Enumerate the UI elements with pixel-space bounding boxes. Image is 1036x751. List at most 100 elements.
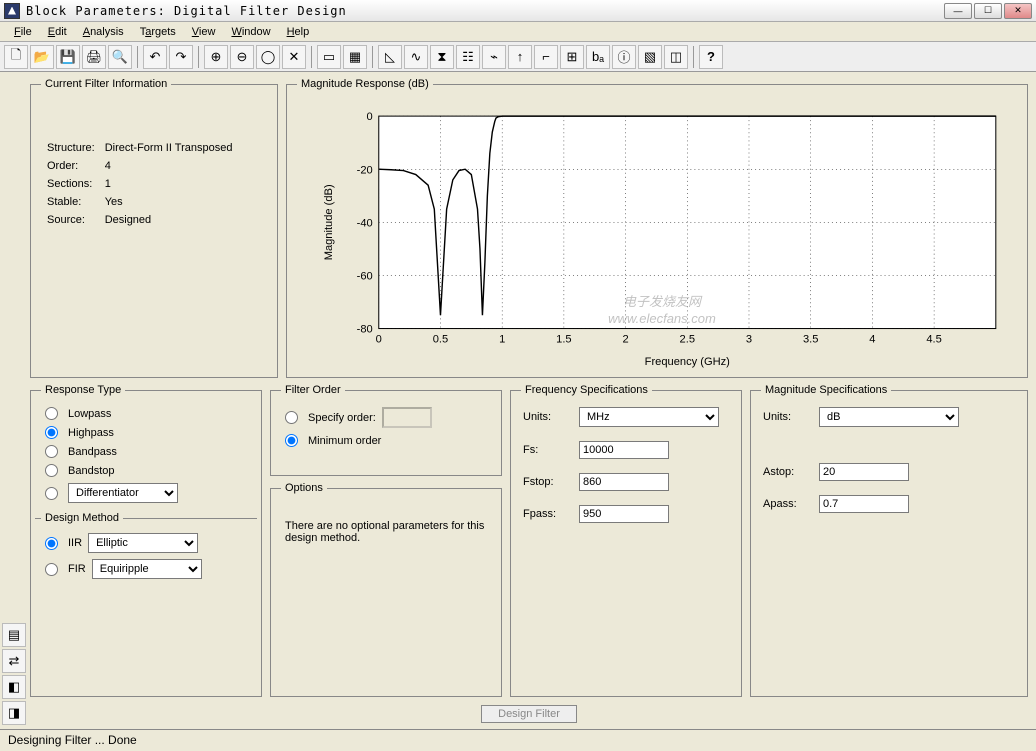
fs-input[interactable] xyxy=(579,441,669,459)
menu-analysis[interactable]: Analysis xyxy=(75,24,132,40)
fir-label: FIR xyxy=(68,563,86,575)
cascade-icon[interactable]: ◧ xyxy=(2,675,26,699)
fs-label: Fs: xyxy=(523,444,573,456)
apass-label: Apass: xyxy=(763,498,813,510)
radio-bandstop[interactable] xyxy=(45,464,58,477)
group-delay-icon[interactable]: ☷ xyxy=(456,45,480,69)
svg-text:Magnitude (dB): Magnitude (dB) xyxy=(323,184,335,260)
magnitude-response-panel: Magnitude Response (dB) 00.511.522.533.5… xyxy=(286,78,1028,378)
svg-text:4.5: 4.5 xyxy=(926,334,941,346)
filter-info-legend: Current Filter Information xyxy=(41,78,171,90)
magnitude-response-chart: 00.511.522.533.544.50-20-40-60-80Frequen… xyxy=(307,106,1017,369)
full-view-icon[interactable]: ▭ xyxy=(317,45,341,69)
design-method-legend: Design Method xyxy=(41,512,123,524)
radio-minimum-order[interactable] xyxy=(285,434,298,447)
freq-units-combo[interactable]: MHz xyxy=(579,407,719,427)
magnitude-spec-panel: Magnitude Specifications Units: dB Astop… xyxy=(750,384,1028,697)
radio-other[interactable] xyxy=(45,487,58,500)
zoom-in-icon[interactable]: ⊕ xyxy=(204,45,228,69)
fpass-input[interactable] xyxy=(579,505,669,523)
design-filter-button[interactable]: Design Filter xyxy=(481,705,577,723)
save-icon[interactable]: 💾 xyxy=(56,45,80,69)
current-filter-info: Current Filter Information Structure: Di… xyxy=(30,78,278,378)
status-bar: Designing Filter ... Done xyxy=(0,729,1036,751)
step-icon[interactable]: ⌐ xyxy=(534,45,558,69)
options-panel: Options There are no optional parameters… xyxy=(270,482,502,697)
filter-manager-icon[interactable]: ⇄ xyxy=(2,649,26,673)
zoom-fit-icon[interactable]: ◯ xyxy=(256,45,280,69)
radio-fir[interactable] xyxy=(45,563,58,576)
impulse-icon[interactable]: ↑ xyxy=(508,45,532,69)
filter-order-legend: Filter Order xyxy=(281,384,345,396)
astop-input[interactable] xyxy=(819,463,909,481)
mag-units-label: Units: xyxy=(763,411,813,423)
iir-combo[interactable]: Elliptic xyxy=(88,533,198,553)
radio-lowpass[interactable] xyxy=(45,407,58,420)
menu-targets[interactable]: Targets xyxy=(132,24,184,40)
mag-phase-icon[interactable]: ⧗ xyxy=(430,45,454,69)
options-legend: Options xyxy=(281,482,327,494)
print-preview-icon[interactable]: 🔍 xyxy=(108,45,132,69)
fstop-label: Fstop: xyxy=(523,476,573,488)
redo-icon[interactable]: ↷ xyxy=(169,45,193,69)
filter-spec-icon[interactable]: ▦ xyxy=(343,45,367,69)
zoom-xy-icon[interactable]: ✕ xyxy=(282,45,306,69)
mag-units-combo[interactable]: dB xyxy=(819,407,959,427)
sections-label: Sections: xyxy=(43,176,99,192)
mag-response-icon[interactable]: ◺ xyxy=(378,45,402,69)
parallel-icon[interactable]: ◨ xyxy=(2,701,26,725)
order-value: 4 xyxy=(101,158,237,174)
radio-iir[interactable] xyxy=(45,537,58,550)
freq-units-label: Units: xyxy=(523,411,573,423)
svg-text:2.5: 2.5 xyxy=(680,334,695,346)
side-toolbar: ▤ ⇄ ◧ ◨ xyxy=(0,72,28,729)
min-order-label: Minimum order xyxy=(308,435,381,447)
info-icon[interactable]: ⓘ xyxy=(612,45,636,69)
structure-label: Structure: xyxy=(43,140,99,156)
fstop-input[interactable] xyxy=(579,473,669,491)
mag-spec-legend: Magnitude Specifications xyxy=(761,384,891,396)
svg-text:0: 0 xyxy=(367,111,373,123)
pole-zero-icon[interactable]: ⊞ xyxy=(560,45,584,69)
undo-icon[interactable]: ↶ xyxy=(143,45,167,69)
radio-specify-order[interactable] xyxy=(285,411,298,424)
svg-text:-60: -60 xyxy=(357,270,373,282)
zoom-out-icon[interactable]: ⊖ xyxy=(230,45,254,69)
label-highpass: Highpass xyxy=(68,427,114,439)
svg-text:2: 2 xyxy=(622,334,628,346)
order-label: Order: xyxy=(43,158,99,174)
round-off-icon[interactable]: ◫ xyxy=(664,45,688,69)
stable-label: Stable: xyxy=(43,194,99,210)
iir-label: IIR xyxy=(68,537,82,549)
phase-response-icon[interactable]: ∿ xyxy=(404,45,428,69)
help-icon[interactable]: ? xyxy=(699,45,723,69)
svg-text:3: 3 xyxy=(746,334,752,346)
maximize-button[interactable]: ☐ xyxy=(974,3,1002,19)
print-icon[interactable]: 🖨 xyxy=(82,45,106,69)
menu-window[interactable]: Window xyxy=(223,24,278,40)
radio-highpass[interactable] xyxy=(45,426,58,439)
fir-combo[interactable]: Equiripple xyxy=(92,559,202,579)
menu-file[interactable]: File xyxy=(6,24,40,40)
filter-order-panel: Filter Order Specify order: Minimum orde… xyxy=(270,384,502,476)
svg-text:Frequency (GHz): Frequency (GHz) xyxy=(645,356,730,368)
menu-help[interactable]: Help xyxy=(279,24,318,40)
menu-edit[interactable]: Edit xyxy=(40,24,75,40)
store-filter-icon[interactable]: ▤ xyxy=(2,623,26,647)
svg-text:3.5: 3.5 xyxy=(803,334,818,346)
label-bandpass: Bandpass xyxy=(68,446,117,458)
magnitude-est-icon[interactable]: ▧ xyxy=(638,45,662,69)
stable-value: Yes xyxy=(101,194,237,210)
new-icon[interactable]: 🗋 xyxy=(4,45,28,69)
minimize-button[interactable]: — xyxy=(944,3,972,19)
freq-spec-legend: Frequency Specifications xyxy=(521,384,652,396)
radio-bandpass[interactable] xyxy=(45,445,58,458)
open-icon[interactable]: 📂 xyxy=(30,45,54,69)
other-type-combo[interactable]: Differentiator xyxy=(68,483,178,503)
apass-input[interactable] xyxy=(819,495,909,513)
menu-view[interactable]: View xyxy=(184,24,224,40)
coeffs-icon[interactable]: bₐ xyxy=(586,45,610,69)
phase-delay-icon[interactable]: ⌁ xyxy=(482,45,506,69)
status-text: Designing Filter ... Done xyxy=(8,733,137,747)
close-button[interactable]: ✕ xyxy=(1004,3,1032,19)
